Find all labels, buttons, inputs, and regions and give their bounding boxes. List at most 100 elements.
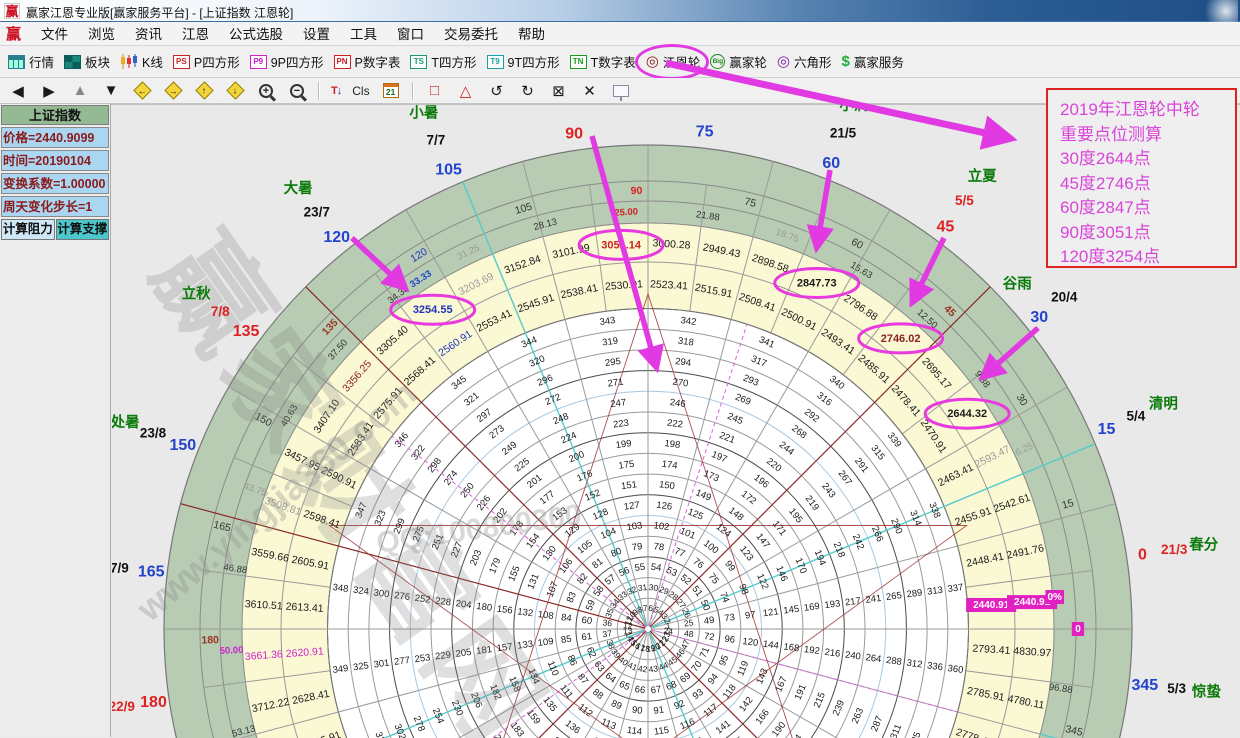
p-table-icon: PN [334, 55, 351, 69]
svg-text:168: 168 [783, 641, 800, 654]
draw-tool-diamond-up-icon[interactable]: ↑ [194, 81, 214, 101]
toolbar-item-p-square[interactable]: PSP四方形 [171, 50, 242, 73]
toolbar-item-kline[interactable]: K线 [118, 50, 165, 73]
svg-text:7/9: 7/9 [112, 560, 129, 575]
menu-item-资讯[interactable]: 资讯 [125, 25, 172, 44]
svg-text:97: 97 [744, 609, 756, 621]
svg-text:151: 151 [621, 479, 638, 492]
toolbar-item-t-square[interactable]: TST四方形 [408, 50, 478, 73]
draw-tool-rotate-ccw-icon[interactable]: ↺ [487, 81, 507, 101]
svg-text:21/3: 21/3 [1161, 542, 1188, 557]
svg-text:175: 175 [618, 459, 635, 472]
svg-text:223: 223 [612, 418, 629, 431]
draw-tool-zoom-in-icon[interactable]: + [256, 81, 276, 101]
menu-item-公式选股[interactable]: 公式选股 [219, 25, 293, 44]
svg-text:0%: 0% [1047, 592, 1062, 603]
menu-item-窗口[interactable]: 窗口 [387, 25, 434, 44]
draw-tool-rotate-cw-icon[interactable]: ↻ [518, 81, 538, 101]
sector-blocks-icon [64, 55, 81, 69]
svg-text:84: 84 [560, 612, 572, 624]
svg-text:295: 295 [604, 356, 621, 369]
menu-item-浏览[interactable]: 浏览 [78, 25, 125, 44]
draw-tool-square-icon[interactable]: □ [425, 81, 445, 101]
svg-text:4830.97: 4830.97 [1013, 645, 1052, 659]
menu-item-帮助[interactable]: 帮助 [508, 25, 555, 44]
draw-tool-sep-icon [318, 82, 320, 100]
svg-text:193: 193 [824, 598, 841, 611]
svg-text:150: 150 [169, 437, 196, 454]
draw-tool-up-icon[interactable]: ▲ [70, 81, 90, 101]
draw-tool-back-icon[interactable]: ◀ [8, 81, 28, 101]
svg-text:198: 198 [664, 438, 681, 451]
toolbar-item-t-table[interactable]: TNT数字表 [568, 50, 638, 73]
side-panel-button-resistance[interactable]: 计算阻力 [1, 219, 55, 240]
titlebar-glow [1198, 0, 1238, 22]
menu-item-设置[interactable]: 设置 [293, 25, 340, 44]
toolbar-item-hexagon[interactable]: ◎六角形 [775, 50, 834, 73]
toolbar-item-sectors[interactable]: 板块 [62, 50, 112, 73]
menu-item-工具[interactable]: 工具 [340, 25, 387, 44]
side-panel: 上证指数 价格=2440.9099时间=20190104变换系数=1.00000… [0, 104, 111, 737]
hexagon-icon: ◎ [777, 55, 790, 69]
toolbar-item-gann-wheel[interactable]: ◎江恩轮 [644, 50, 703, 73]
p-square-icon: PS [173, 55, 190, 69]
svg-text:75: 75 [696, 123, 714, 140]
svg-text:36: 36 [602, 617, 613, 628]
svg-text:247: 247 [610, 397, 627, 410]
draw-tool-triangle-icon[interactable]: △ [456, 81, 476, 101]
side-panel-field-3: 周天变化步长=1 [1, 196, 109, 217]
svg-text:49: 49 [703, 615, 715, 627]
svg-text:清明: 清明 [1149, 395, 1178, 413]
toolbar-item-p-table[interactable]: PN P数字表 [332, 50, 403, 73]
svg-text:30: 30 [1030, 309, 1048, 326]
svg-text:谷雨: 谷雨 [1003, 275, 1032, 292]
annotation-line-4: 60度2847点 [1060, 196, 1235, 221]
svg-text:2847.73: 2847.73 [797, 277, 837, 289]
draw-tool-diamond-left-icon[interactable]: ← [132, 81, 152, 101]
draw-tool-forward-icon[interactable]: ▶ [39, 81, 59, 101]
svg-text:61: 61 [581, 631, 593, 643]
toolbar-item-winner-wheel[interactable]: Big赢家轮 [708, 50, 769, 73]
draw-tool-center-x-icon[interactable]: ✕ [580, 81, 600, 101]
draw-tool-zoom-out-icon[interactable]: − [287, 81, 307, 101]
svg-text:85: 85 [560, 634, 572, 646]
svg-text:66: 66 [634, 684, 646, 696]
toolbar-item-label: 9P四方形 [271, 52, 324, 71]
side-panel-field-2: 变换系数=1.00000 [1, 173, 109, 194]
svg-text:343: 343 [599, 315, 616, 328]
svg-text:120: 120 [323, 229, 350, 246]
draw-tool-box-x-icon[interactable]: ⊠ [549, 81, 569, 101]
toolbar-item-winner-service[interactable]: $赢家服务 [839, 50, 905, 73]
toolbar-item-9p-square[interactable]: P99P四方形 [248, 50, 326, 73]
side-panel-button-support[interactable]: 计算支撑 [56, 219, 110, 240]
toolbar-item-quotes[interactable]: 行情 [6, 50, 56, 73]
toolbar-item-label: P数字表 [355, 52, 401, 71]
annotation-line-2: 30度2644点 [1060, 147, 1235, 172]
svg-text:15: 15 [1098, 421, 1116, 438]
toolbar-item-9t-square[interactable]: T99T四方形 [485, 50, 562, 73]
draw-tool-board-icon[interactable] [611, 81, 631, 101]
svg-text:7/7: 7/7 [427, 133, 446, 148]
svg-text:349: 349 [332, 663, 349, 676]
9t-square-icon: T9 [487, 55, 504, 69]
draw-tool-diamond-down-icon[interactable]: ↓ [225, 81, 245, 101]
menu-item-交易委托[interactable]: 交易委托 [434, 25, 508, 44]
draw-tool-down-icon[interactable]: ▼ [101, 81, 121, 101]
svg-text:24: 24 [663, 625, 674, 636]
svg-text:120: 120 [742, 636, 759, 649]
menu-item-江恩[interactable]: 江恩 [172, 25, 219, 44]
svg-text:342: 342 [680, 315, 697, 328]
svg-text:0: 0 [1075, 624, 1081, 635]
svg-text:115: 115 [653, 725, 669, 738]
draw-tool-t-updown-icon[interactable]: T↓ [331, 81, 341, 101]
svg-text:60: 60 [822, 155, 840, 172]
draw-tool-calendar-icon[interactable]: 21 [381, 81, 401, 101]
draw-tool-diamond-right-icon[interactable]: → [163, 81, 183, 101]
side-panel-field-1: 时间=20190104 [1, 150, 109, 171]
title-bar: 赢 赢家江恩专业版[赢家服务平台] - [上证指数 江恩轮] [0, 0, 1240, 22]
draw-tool-cls-icon[interactable]: Cls [352, 81, 369, 101]
menu-item-文件[interactable]: 文件 [31, 25, 78, 44]
svg-text:2644.32: 2644.32 [947, 408, 987, 420]
svg-text:21/5: 21/5 [830, 126, 857, 141]
svg-text:90: 90 [565, 126, 583, 143]
